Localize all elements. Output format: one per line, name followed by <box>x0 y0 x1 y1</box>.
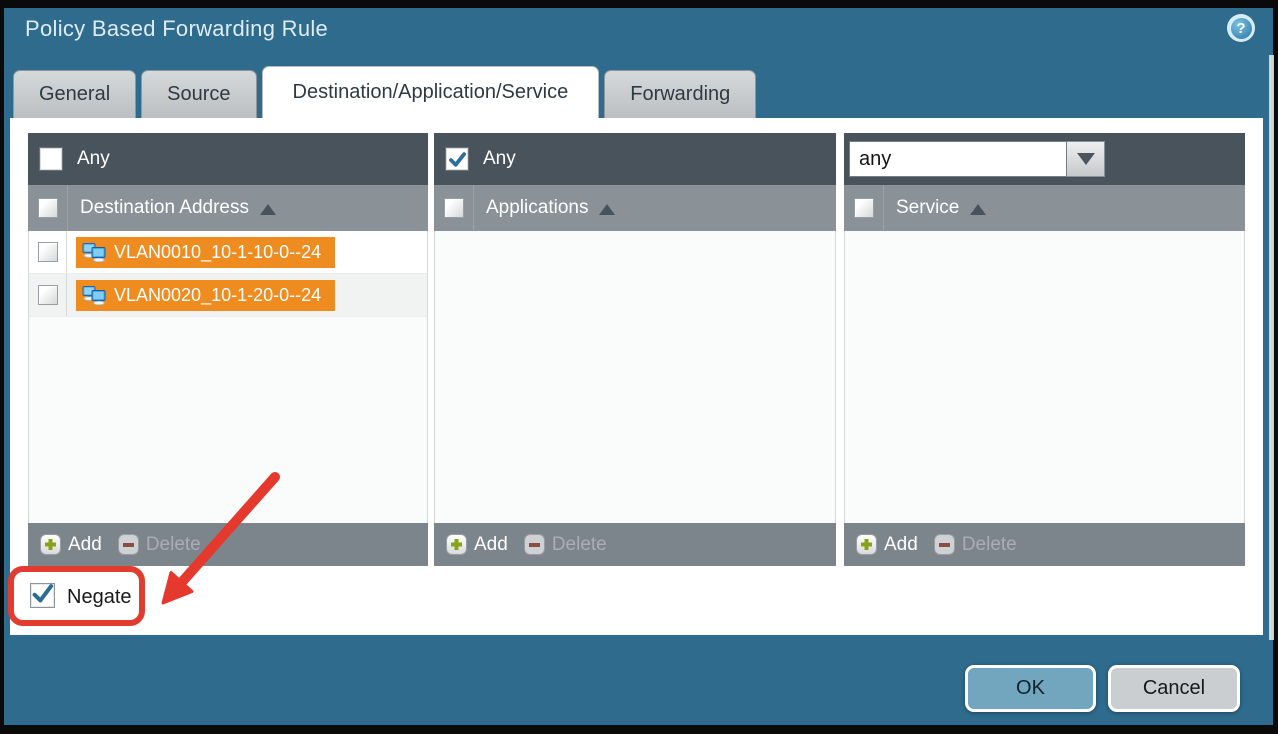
destination-delete-button[interactable]: Delete <box>118 534 201 556</box>
sort-ascending-icon[interactable] <box>260 204 276 215</box>
applications-delete-button[interactable]: Delete <box>524 534 607 556</box>
dialog-window: Policy Based Forwarding Rule ? General S… <box>0 0 1278 734</box>
service-delete-button[interactable]: Delete <box>934 534 1017 556</box>
destination-row[interactable]: VLAN0020_10-1-20-0--24 <box>29 274 427 317</box>
sort-ascending-icon[interactable] <box>970 204 986 215</box>
destination-row[interactable]: VLAN0010_10-1-10-0--24 <box>29 231 427 274</box>
applications-select-all-checkbox[interactable] <box>444 198 464 218</box>
negate-label: Negate <box>67 586 132 609</box>
service-list <box>844 231 1245 523</box>
row-checkbox[interactable] <box>38 242 58 262</box>
address-object-tag[interactable]: VLAN0010_10-1-10-0--24 <box>76 237 335 268</box>
applications-list <box>434 231 836 523</box>
service-dropdown[interactable]: any <box>849 141 1105 177</box>
service-select-all-checkbox[interactable] <box>854 198 874 218</box>
row-checkbox-cell <box>29 274 67 316</box>
delete-minus-icon <box>934 534 955 555</box>
applications-column-header: Applications <box>434 185 836 231</box>
header-divider <box>883 185 884 231</box>
tab-source[interactable]: Source <box>141 70 256 118</box>
destination-any-bar: Any <box>28 133 428 185</box>
destination-address-column: Any Destination Address <box>28 133 428 566</box>
service-column-header: Service <box>844 185 1245 231</box>
address-object-tag[interactable]: VLAN0020_10-1-20-0--24 <box>76 280 335 311</box>
destination-any-label: Any <box>77 148 110 170</box>
sort-ascending-icon[interactable] <box>599 204 615 215</box>
add-plus-icon <box>40 534 61 555</box>
dialog-title: Policy Based Forwarding Rule <box>25 16 328 42</box>
ok-button[interactable]: OK <box>965 665 1096 712</box>
destination-footer: Add Delete <box>28 523 428 566</box>
help-question-glyph: ? <box>1231 18 1252 39</box>
destination-address-list: VLAN0010_10-1-10-0--24 <box>28 231 428 523</box>
chevron-down-icon <box>1077 153 1095 165</box>
tab-general[interactable]: General <box>13 70 136 118</box>
add-plus-icon <box>446 534 467 555</box>
applications-column: Any Applications Add Delete <box>434 133 836 566</box>
destination-add-button[interactable]: Add <box>40 534 102 556</box>
checkmark-icon <box>448 150 467 169</box>
delete-minus-icon <box>524 534 545 555</box>
help-icon[interactable]: ? <box>1227 14 1255 42</box>
service-column: any Service Add D <box>844 133 1245 566</box>
header-divider <box>473 185 474 231</box>
tab-destination-application-service[interactable]: Destination/Application/Service <box>262 66 600 118</box>
network-address-icon <box>82 243 106 262</box>
service-add-button[interactable]: Add <box>856 534 918 556</box>
applications-add-button[interactable]: Add <box>446 534 508 556</box>
add-plus-icon <box>856 534 877 555</box>
tab-forwarding[interactable]: Forwarding <box>604 70 756 118</box>
applications-any-checkbox[interactable] <box>446 148 468 170</box>
applications-footer: Add Delete <box>434 523 836 566</box>
dropdown-button[interactable] <box>1067 141 1105 177</box>
service-dropdown-bar: any <box>844 133 1245 185</box>
destination-column-header: Destination Address <box>28 185 428 231</box>
address-object-name: VLAN0020_10-1-20-0--24 <box>114 285 321 306</box>
cancel-button[interactable]: Cancel <box>1108 665 1240 712</box>
applications-any-bar: Any <box>434 133 836 185</box>
service-footer: Add Delete <box>844 523 1245 566</box>
header-divider <box>67 185 68 231</box>
applications-header-label: Applications <box>486 197 588 219</box>
destination-select-all-checkbox[interactable] <box>38 198 58 218</box>
service-header-label: Service <box>896 197 959 219</box>
tab-bar: General Source Destination/Application/S… <box>13 66 756 118</box>
row-checkbox[interactable] <box>38 285 58 305</box>
checkmark-icon <box>31 582 54 606</box>
network-address-icon <box>82 286 106 305</box>
destination-any-checkbox[interactable] <box>40 148 62 170</box>
negate-checkbox[interactable] <box>30 583 55 608</box>
address-object-name: VLAN0010_10-1-10-0--24 <box>114 242 321 263</box>
delete-minus-icon <box>118 534 139 555</box>
destination-header-label: Destination Address <box>80 197 249 219</box>
service-dropdown-value[interactable]: any <box>849 141 1067 177</box>
row-checkbox-cell <box>29 231 67 273</box>
applications-any-label: Any <box>483 148 516 170</box>
background-window-edge <box>1269 55 1274 640</box>
